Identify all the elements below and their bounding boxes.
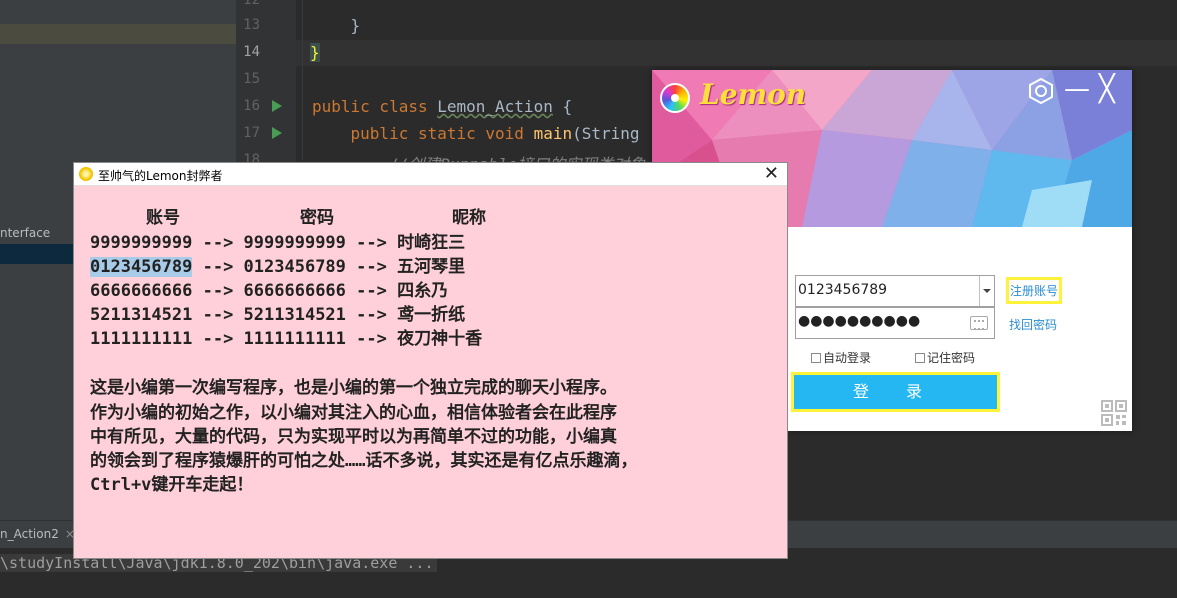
row-password[interactable]: 5211314521	[244, 305, 346, 325]
remember-password-checkbox[interactable]: 记住密码	[915, 349, 975, 366]
header-nickname: 昵称	[452, 208, 486, 228]
lemon-logo-icon	[660, 83, 690, 113]
row-password[interactable]: 9999999999	[244, 233, 346, 253]
password-input[interactable]: ●●●●●●●●●●	[798, 313, 920, 329]
account-row[interactable]: 0123456789 --> 0123456789 --> 五河琴里	[90, 252, 465, 277]
run-main-icon[interactable]	[272, 127, 282, 139]
row-arrow: -->	[345, 257, 398, 277]
line-number: 14	[243, 44, 260, 60]
row-arrow: -->	[192, 233, 244, 253]
code-text: {	[552, 97, 573, 116]
project-item-interface[interactable]: nterface	[0, 226, 50, 240]
code-line-14[interactable]: }	[310, 43, 320, 62]
header-password: 密码	[300, 208, 334, 228]
settings-icon[interactable]	[1028, 78, 1054, 104]
row-password[interactable]: 0123456789	[244, 257, 346, 277]
row-arrow: -->	[192, 329, 244, 349]
row-arrow: -->	[345, 281, 398, 301]
account-row[interactable]: 5211314521 --> 5211314521 --> 鸢一折纸	[90, 300, 465, 325]
intro-paragraph-line[interactable]: Ctrl+v键开车走起！	[90, 470, 253, 495]
row-account[interactable]: 6666666666	[90, 281, 192, 301]
code-keyword: public static void	[312, 124, 534, 143]
row-arrow: -->	[345, 329, 398, 349]
row-nickname[interactable]: 时崎狂三	[397, 233, 465, 253]
row-account-selected[interactable]: 0123456789	[90, 257, 193, 277]
row-password[interactable]: 1111111111	[244, 329, 346, 349]
lemon-logo-text: Lemon	[700, 78, 807, 111]
line-number: 16	[243, 98, 260, 114]
current-line-highlight	[296, 40, 1177, 66]
row-arrow: -->	[345, 233, 398, 253]
account-input[interactable]: 0123456789	[798, 282, 887, 298]
find-password-link[interactable]: 找回密码	[1009, 316, 1057, 333]
chevron-down-icon[interactable]	[979, 276, 994, 306]
code-text: }	[312, 16, 361, 35]
password-field[interactable]: ●●●●●●●●●●	[795, 307, 995, 339]
account-row[interactable]: 9999999999 --> 9999999999 --> 时崎狂三	[90, 228, 465, 253]
code-line-17[interactable]: public static void main(String	[312, 124, 640, 143]
register-account-link[interactable]: 注册账号	[1006, 277, 1063, 304]
intro-paragraph-line[interactable]: 中有所见，大量的代码，只为实现平时以为再简单不过的功能，小编真	[90, 422, 617, 447]
row-account[interactable]: 9999999999	[90, 233, 192, 253]
matched-brace: }	[310, 43, 320, 62]
run-tab-label: n_Action2	[0, 527, 59, 541]
code-method-name: main	[533, 124, 573, 143]
auto-login-label: 自动登录	[823, 351, 872, 365]
code-text: (String	[572, 124, 640, 143]
login-button[interactable]: 登 录	[791, 372, 1000, 412]
row-arrow: -->	[192, 305, 244, 325]
row-arrow: -->	[192, 257, 244, 277]
qr-code-icon[interactable]	[1101, 400, 1127, 426]
row-nickname[interactable]: 夜刀神十香	[397, 329, 482, 349]
row-nickname[interactable]: 五河琴里	[397, 257, 465, 277]
auto-login-checkbox[interactable]: 自动登录	[811, 349, 871, 366]
indent-guide	[302, 0, 303, 160]
row-arrow: -->	[345, 305, 398, 325]
checkbox-box[interactable]	[915, 352, 925, 363]
line-number: 17	[243, 125, 260, 141]
row-nickname[interactable]: 鸢一折纸	[397, 305, 465, 325]
code-line-13[interactable]: }	[312, 16, 361, 35]
keyboard-icon[interactable]	[970, 316, 988, 330]
account-row[interactable]: 6666666666 --> 6666666666 --> 四糸乃	[90, 276, 448, 301]
run-tab[interactable]: n_Action2 ×	[0, 527, 75, 541]
close-icon[interactable]: ╳	[1099, 76, 1115, 102]
intro-paragraph-line[interactable]: 这是小编第一次编写程序，也是小编的第一个独立完成的聊天小程序。	[90, 373, 617, 398]
row-account[interactable]: 5211314521	[90, 305, 192, 325]
code-keyword: public class	[312, 97, 438, 116]
message-window-title: 至帅气的Lemon封弊者	[98, 169, 223, 183]
row-arrow: -->	[192, 281, 244, 301]
remember-password-label: 记住密码	[927, 351, 976, 365]
account-combobox[interactable]: 0123456789	[795, 275, 995, 307]
checkbox-box[interactable]	[811, 352, 821, 363]
close-icon[interactable]: ✕	[764, 163, 779, 184]
code-line-16[interactable]: public class Lemon_Action {	[312, 97, 572, 116]
intro-paragraph-line[interactable]: 作为小编的初始之作，以小编对其注入的心血，相信体验者会在此程序	[90, 398, 617, 423]
header-account: 账号	[146, 208, 180, 228]
java-app-icon	[79, 167, 93, 181]
line-number: 12	[243, 0, 260, 8]
line-number: 15	[243, 71, 260, 87]
message-window: 至帅气的Lemon封弊者 ✕ 账号 密码 昵称 9999999999 --> 9…	[73, 162, 788, 559]
line-number: 13	[243, 17, 260, 33]
project-selected-row[interactable]	[0, 24, 236, 44]
intro-paragraph-line[interactable]: 的领会到了程序猿爆肝的可怕之处……话不多说，其实还是有亿点乐趣滴，	[90, 446, 637, 471]
message-window-titlebar[interactable]: 至帅气的Lemon封弊者 ✕	[74, 163, 787, 186]
row-nickname[interactable]: 四糸乃	[397, 281, 448, 301]
account-row[interactable]: 1111111111 --> 1111111111 --> 夜刀神十香	[90, 324, 482, 349]
row-account[interactable]: 1111111111	[90, 329, 192, 349]
code-class-name: Lemon_Action	[437, 97, 553, 116]
minimize-icon[interactable]: —	[1064, 76, 1090, 102]
row-password[interactable]: 6666666666	[244, 281, 346, 301]
run-class-icon[interactable]	[272, 100, 282, 112]
